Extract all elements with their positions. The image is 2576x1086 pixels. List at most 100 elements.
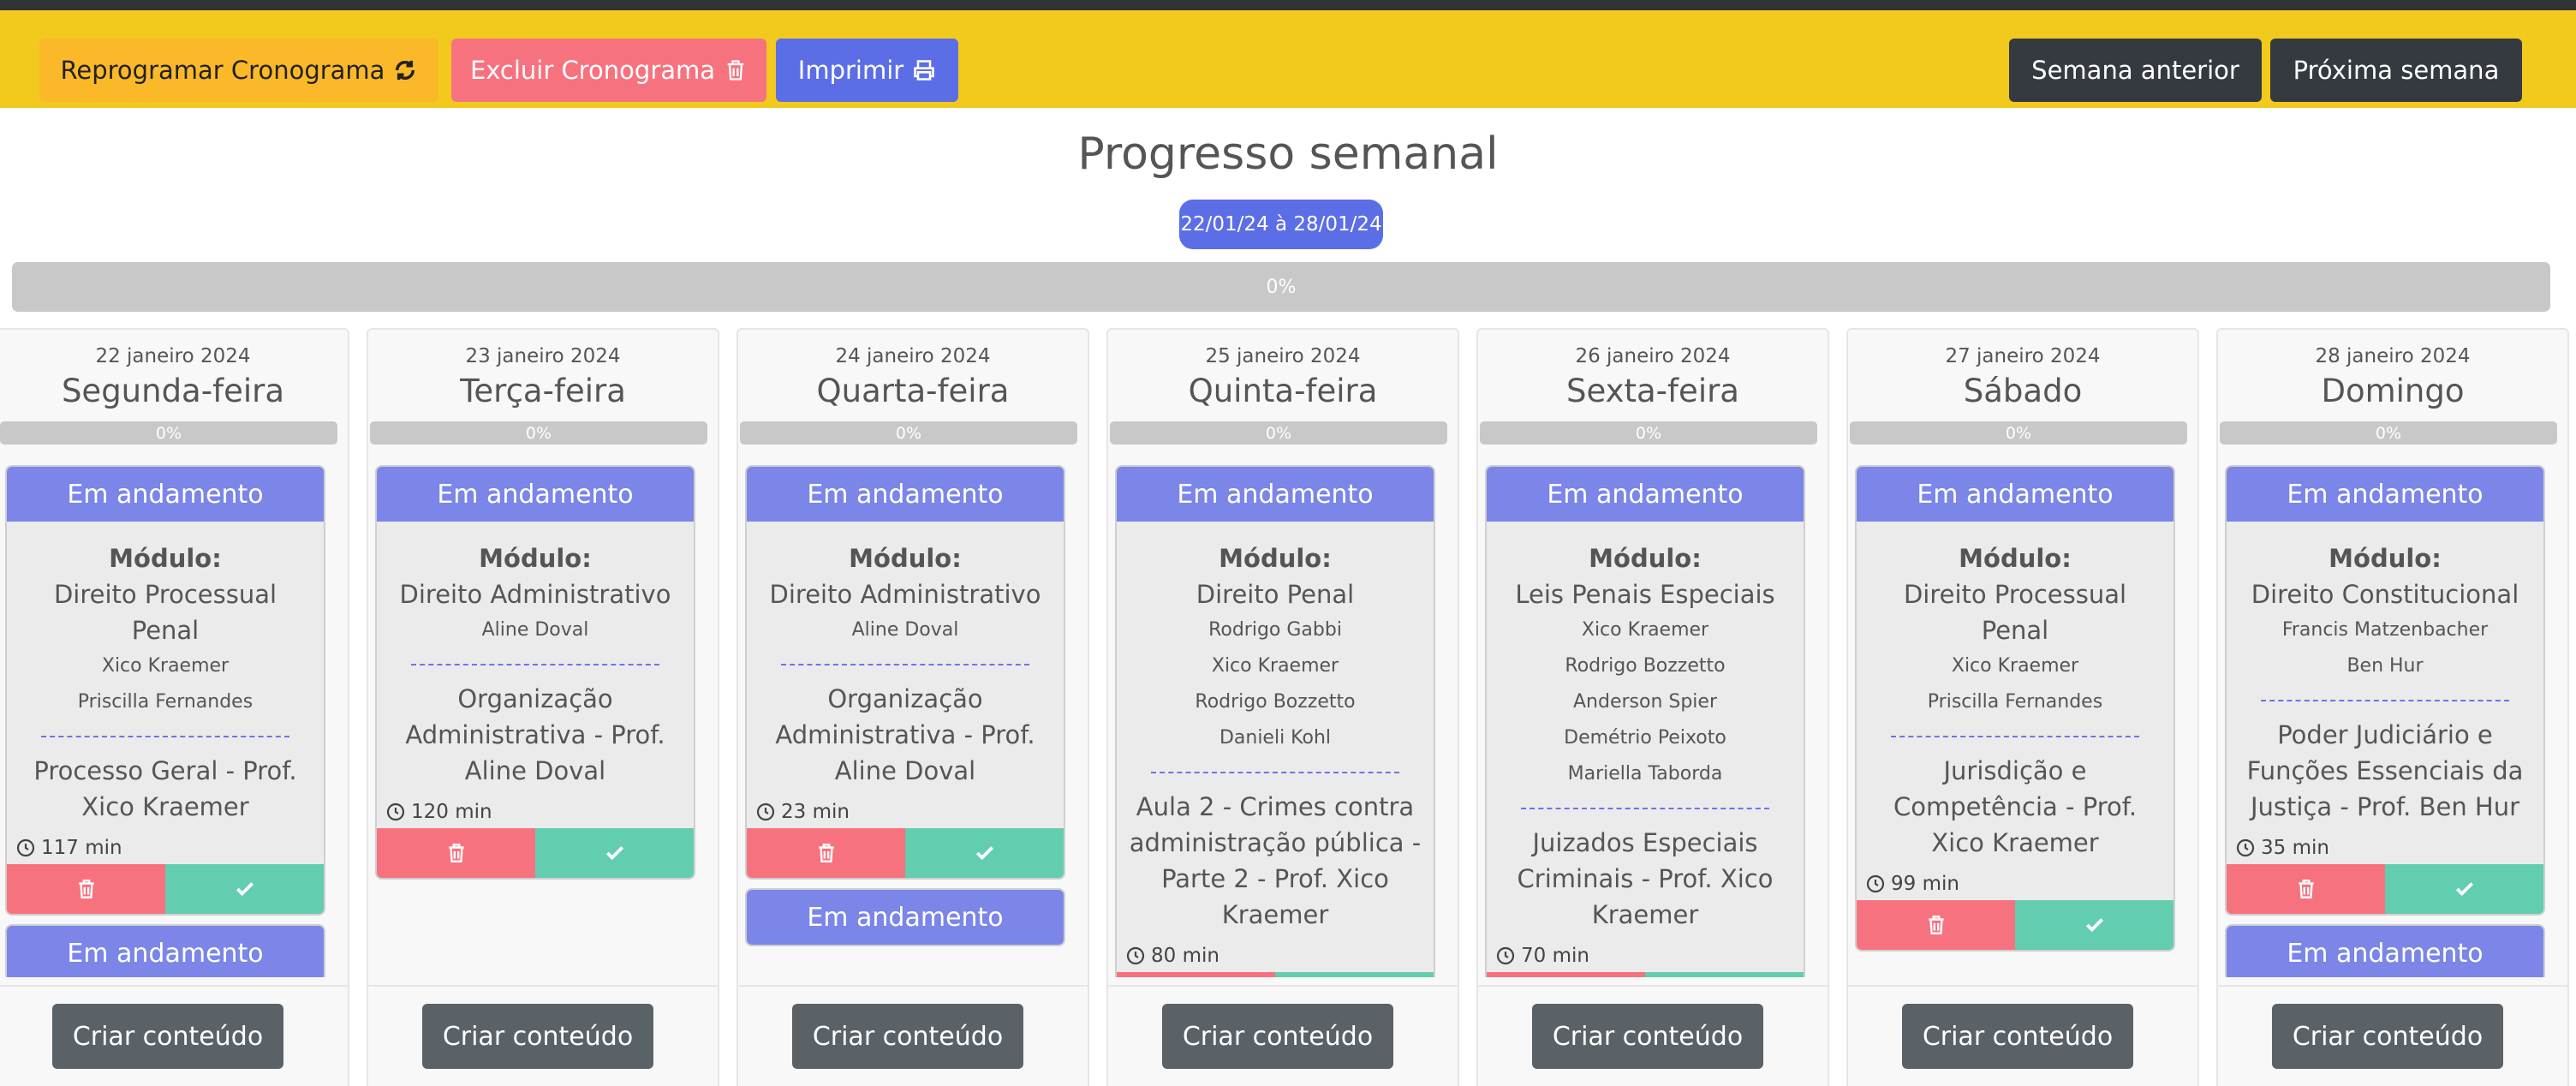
card-status: Em andamento — [1487, 467, 1804, 522]
task-card[interactable]: Em andamento Módulo: Direito Processual … — [5, 465, 325, 916]
professor-name: Xico Kraemer — [1951, 655, 2079, 677]
day-column: 27 janeiro 2024 Sábado 0% Em andamento M… — [1846, 328, 2199, 1086]
create-content-label: Criar conteúdo — [812, 1021, 1004, 1052]
create-content-button[interactable]: Criar conteúdo — [1532, 1004, 1763, 1069]
task-card[interactable]: Em andamento — [5, 924, 325, 977]
task-card[interactable]: Em andamento Módulo: Direito Constitucio… — [2225, 465, 2545, 916]
module-label: Módulo: — [1959, 544, 2072, 573]
card-status: Em andamento — [2227, 926, 2543, 977]
create-content-button[interactable]: Criar conteúdo — [1902, 1004, 2133, 1069]
task-list[interactable]: Em andamento Módulo: Leis Penais Especia… — [1485, 465, 1809, 977]
duration: 80 min — [1117, 933, 1434, 972]
complete-task-button[interactable] — [905, 828, 1064, 878]
create-content-label: Criar conteúdo — [1922, 1021, 2114, 1052]
dashed-divider — [1151, 772, 1399, 773]
professor-name: Demétrio Peixoto — [1564, 727, 1726, 749]
create-content-label: Criar conteúdo — [72, 1021, 264, 1052]
task-list[interactable]: Em andamento Módulo: Direito Administrat… — [745, 465, 1069, 977]
print-button[interactable]: Imprimir — [776, 39, 958, 102]
delete-task-button[interactable] — [747, 828, 905, 878]
day-progress-bar: 0% — [1850, 421, 2187, 445]
lesson-topic: Juizados Especiais Criminais - Prof. Xic… — [1517, 828, 1774, 929]
create-content-button[interactable]: Criar conteúdo — [2272, 1004, 2503, 1069]
delete-schedule-button[interactable]: Excluir Cronograma — [451, 39, 766, 102]
task-card[interactable]: Em andamento — [745, 888, 1065, 946]
task-list[interactable]: Em andamento Módulo: Direito Constitucio… — [2225, 465, 2549, 977]
module-name: Direito Penal — [1196, 580, 1355, 609]
professor-name: Priscilla Fernandes — [77, 691, 253, 713]
lesson-topic: Aula 2 - Crimes contra administração púb… — [1129, 792, 1422, 929]
day-column: 28 janeiro 2024 Domingo 0% Em andamento … — [2216, 328, 2569, 1086]
task-card[interactable]: Em andamento — [2225, 924, 2545, 977]
task-list[interactable]: Em andamento Módulo: Direito Processual … — [5, 465, 329, 977]
create-content-button[interactable]: Criar conteúdo — [52, 1004, 283, 1069]
task-list[interactable]: Em andamento Módulo: Direito Penal Rodri… — [1115, 465, 1439, 977]
delete-task-button[interactable] — [1857, 900, 2015, 950]
next-week-button[interactable]: Próxima semana — [2270, 39, 2522, 102]
print-button-label: Imprimir — [797, 56, 904, 85]
complete-task-button[interactable] — [2015, 900, 2174, 950]
divider — [1846, 985, 2199, 987]
task-card[interactable]: Em andamento Módulo: Direito Administrat… — [745, 465, 1065, 880]
task-card[interactable]: Em andamento Módulo: Direito Penal Rodri… — [1115, 465, 1435, 977]
lesson-topic: Organização Administrativa - Prof. Aline… — [405, 684, 665, 785]
day-progress-bar: 0% — [740, 421, 1077, 445]
toolbar: Reprogramar Cronograma Excluir Cronogram… — [0, 10, 2576, 108]
reprogram-schedule-button[interactable]: Reprogramar Cronograma — [39, 39, 438, 102]
day-column: 24 janeiro 2024 Quarta-feira 0% Em andam… — [736, 328, 1089, 1086]
delete-task-button[interactable] — [1487, 972, 1645, 977]
delete-task-button[interactable] — [377, 828, 535, 878]
dashed-divider — [1521, 808, 1769, 809]
duration-text: 23 min — [781, 801, 850, 823]
professor-name: Rodrigo Bozzetto — [1565, 655, 1726, 677]
duration: 117 min — [7, 825, 324, 864]
check-icon — [2085, 918, 2103, 933]
trash-icon — [78, 880, 94, 898]
complete-task-button[interactable] — [2385, 864, 2543, 914]
card-actions — [377, 828, 694, 878]
module-label: Módulo: — [849, 544, 962, 573]
task-list[interactable]: Em andamento Módulo: Direito Administrat… — [375, 465, 699, 977]
task-card[interactable]: Em andamento Módulo: Direito Processual … — [1855, 465, 2175, 952]
complete-task-button[interactable] — [165, 864, 324, 914]
day-progress-bar: 0% — [370, 421, 707, 445]
card-body: Módulo: Direito Processual Penal Xico Kr… — [7, 522, 324, 825]
clock-icon — [16, 838, 35, 857]
day-name: Domingo — [2321, 373, 2465, 409]
week-range-badge: 22/01/24 à 28/01/24 — [1179, 200, 1383, 249]
weekly-progress-bar: 0% — [12, 262, 2550, 312]
page-title: Progresso semanal — [1077, 128, 1499, 180]
create-content-button[interactable]: Criar conteúdo — [792, 1004, 1023, 1069]
day-progress-label: 0% — [2375, 423, 2402, 443]
task-list[interactable]: Em andamento Módulo: Direito Processual … — [1855, 465, 2179, 977]
module-label: Módulo: — [479, 544, 592, 573]
complete-task-button[interactable] — [1275, 972, 1434, 977]
professor-name: Danieli Kohl — [1219, 727, 1332, 749]
clock-icon — [756, 803, 775, 821]
dashed-divider — [411, 664, 659, 665]
create-content-button[interactable]: Criar conteúdo — [422, 1004, 653, 1069]
previous-week-button[interactable]: Semana anterior — [2009, 39, 2262, 102]
day-date: 28 janeiro 2024 — [2315, 345, 2471, 367]
delete-task-button[interactable] — [1117, 972, 1275, 977]
card-status: Em andamento — [7, 926, 324, 977]
complete-task-button[interactable] — [535, 828, 694, 878]
divider — [736, 985, 1089, 987]
duration: 35 min — [2227, 825, 2543, 864]
dashed-divider — [1891, 736, 2139, 737]
professor-name: Aline Doval — [851, 619, 959, 641]
module-label: Módulo: — [2329, 544, 2442, 573]
divider — [1476, 985, 1829, 987]
refresh-icon — [396, 60, 415, 81]
weekly-progress-label: 0% — [1266, 276, 1297, 298]
task-card[interactable]: Em andamento Módulo: Leis Penais Especia… — [1485, 465, 1805, 977]
delete-task-button[interactable] — [7, 864, 165, 914]
create-content-button[interactable]: Criar conteúdo — [1162, 1004, 1393, 1069]
day-progress-label: 0% — [1265, 423, 1292, 443]
task-card[interactable]: Em andamento Módulo: Direito Administrat… — [375, 465, 695, 880]
delete-task-button[interactable] — [2227, 864, 2385, 914]
day-progress-bar: 0% — [1110, 421, 1447, 445]
complete-task-button[interactable] — [1645, 972, 1804, 977]
window-top-strip — [0, 0, 2576, 10]
card-actions — [2227, 864, 2543, 914]
